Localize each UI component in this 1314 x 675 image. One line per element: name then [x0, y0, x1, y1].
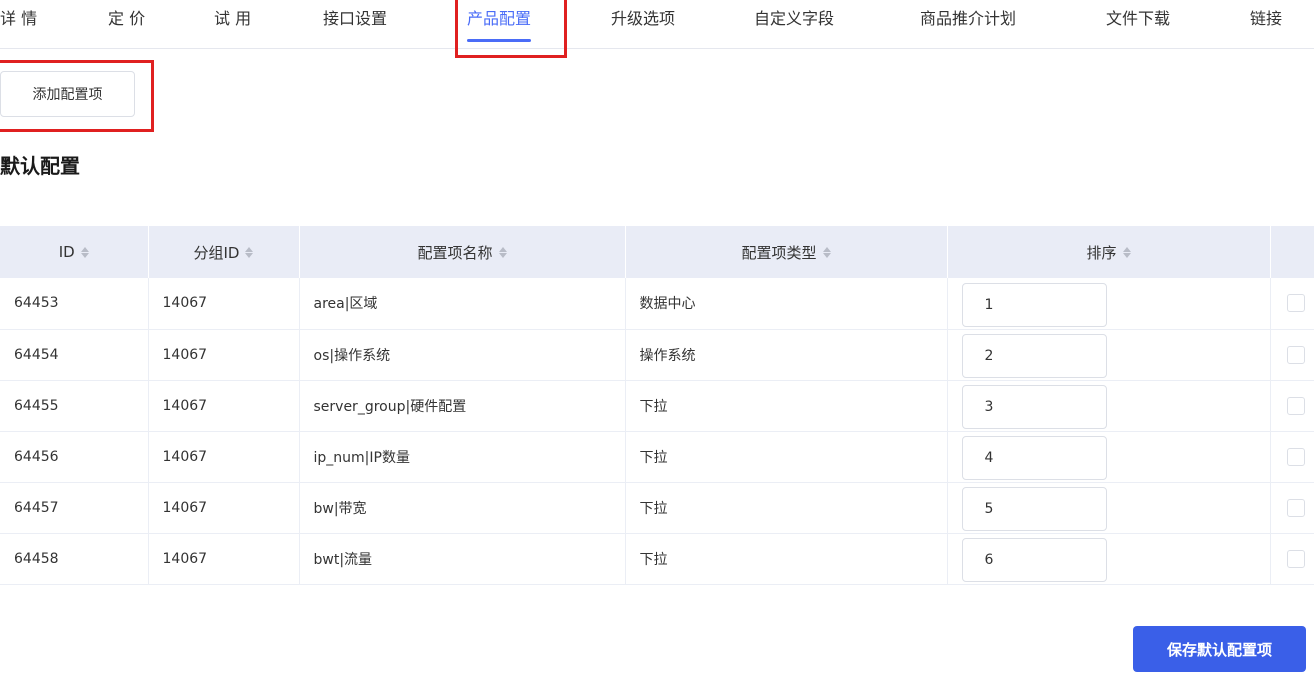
cell-sort — [947, 482, 1271, 534]
cell-group-id: 14067 — [148, 482, 300, 534]
cell-type: 下拉 — [625, 380, 948, 432]
tab-bar: 详 情 定 价 试 用 接口设置 产品配置 升级选项 自定义字段 商品推介计划 … — [0, 0, 1314, 49]
save-default-config-button[interactable]: 保存默认配置项 — [1133, 626, 1306, 672]
cell-id: 64454 — [0, 329, 149, 381]
sort-icon[interactable] — [822, 246, 831, 258]
tab-label: 试 用 — [214, 9, 252, 28]
sort-order-input[interactable] — [961, 487, 1107, 531]
sort-order-input[interactable] — [961, 538, 1107, 582]
cell-group-id: 14067 — [148, 329, 300, 381]
column-header-sort[interactable]: 排序 — [947, 226, 1271, 278]
tab-label: 升级选项 — [611, 9, 676, 28]
table-row: 64455 14067 server_group|硬件配置 下拉 — [0, 380, 1314, 432]
column-header-group-id[interactable]: 分组ID — [148, 226, 300, 278]
cell-select — [1270, 533, 1314, 585]
cell-id: 64453 — [0, 278, 149, 330]
cell-name: server_group|硬件配置 — [299, 380, 626, 432]
active-tab-indicator — [467, 39, 532, 42]
cell-select — [1270, 380, 1314, 432]
tab-label: 接口设置 — [323, 9, 388, 28]
header-label: 排序 — [1086, 243, 1117, 262]
header-label: 分组ID — [193, 243, 240, 262]
sort-order-input[interactable] — [961, 436, 1107, 480]
column-header-type[interactable]: 配置项类型 — [625, 226, 948, 278]
tab-trial[interactable]: 试 用 — [214, 0, 251, 40]
tab-api-settings[interactable]: 接口设置 — [323, 0, 387, 40]
cell-id: 64456 — [0, 431, 149, 483]
table-row: 64453 14067 area|区域 数据中心 — [0, 278, 1314, 330]
sort-icon[interactable] — [1122, 246, 1131, 258]
tab-label: 商品推介计划 — [920, 9, 1017, 28]
row-checkbox[interactable] — [1286, 549, 1305, 568]
tab-label: 文件下载 — [1106, 9, 1171, 28]
cell-type: 下拉 — [625, 533, 948, 585]
cell-name: area|区域 — [299, 278, 626, 330]
column-header-id[interactable]: ID — [0, 226, 149, 278]
tab-label: 产品配置 — [467, 9, 532, 28]
tab-details[interactable]: 详 情 — [0, 0, 37, 40]
column-header-select — [1270, 226, 1314, 278]
row-checkbox[interactable] — [1286, 294, 1305, 313]
cell-id: 64455 — [0, 380, 149, 432]
cell-type: 下拉 — [625, 482, 948, 534]
section-title: 默认配置 — [0, 154, 80, 178]
cell-group-id: 14067 — [148, 278, 300, 330]
tab-affiliate-plan[interactable]: 商品推介计划 — [920, 0, 1016, 40]
tab-custom-fields[interactable]: 自定义字段 — [754, 0, 834, 40]
cell-group-id: 14067 — [148, 380, 300, 432]
cell-sort — [947, 431, 1271, 483]
cell-type: 操作系统 — [625, 329, 948, 381]
cell-sort — [947, 278, 1271, 330]
button-label: 添加配置项 — [32, 87, 103, 103]
tab-pricing[interactable]: 定 价 — [108, 0, 145, 40]
cell-select — [1270, 431, 1314, 483]
cell-name: os|操作系统 — [299, 329, 626, 381]
table-row: 64458 14067 bwt|流量 下拉 — [0, 533, 1314, 585]
sort-order-input[interactable] — [961, 385, 1107, 429]
tab-label: 定 价 — [108, 9, 146, 28]
add-config-item-button[interactable]: 添加配置项 — [0, 71, 135, 117]
header-label: ID — [58, 243, 75, 261]
table-row: 64457 14067 bw|带宽 下拉 — [0, 482, 1314, 534]
cell-type: 下拉 — [625, 431, 948, 483]
tab-label: 详 情 — [0, 9, 38, 28]
table-row: 64456 14067 ip_num|IP数量 下拉 — [0, 431, 1314, 483]
tab-product-config[interactable]: 产品配置 — [467, 0, 532, 42]
cell-group-id: 14067 — [148, 533, 300, 585]
default-config-table: ID 分组ID 配置项名称 配置项类型 排序 64453 14067 area|… — [0, 226, 1314, 585]
cell-sort — [947, 380, 1271, 432]
row-checkbox[interactable] — [1286, 447, 1305, 466]
header-label: 配置项名称 — [417, 243, 493, 262]
table-row: 64454 14067 os|操作系统 操作系统 — [0, 329, 1314, 381]
row-checkbox[interactable] — [1286, 396, 1305, 415]
tab-links[interactable]: 链接 — [1250, 0, 1282, 40]
tab-upgrade-options[interactable]: 升级选项 — [611, 0, 675, 40]
cell-name: bwt|流量 — [299, 533, 626, 585]
sort-order-input[interactable] — [961, 282, 1107, 327]
tab-label: 自定义字段 — [754, 9, 835, 28]
button-label: 保存默认配置项 — [1166, 640, 1272, 659]
sort-icon[interactable] — [498, 246, 507, 258]
sort-icon[interactable] — [245, 246, 254, 258]
cell-sort — [947, 329, 1271, 381]
row-checkbox[interactable] — [1286, 498, 1305, 517]
cell-sort — [947, 533, 1271, 585]
cell-select — [1270, 329, 1314, 381]
cell-group-id: 14067 — [148, 431, 300, 483]
cell-id: 64458 — [0, 533, 149, 585]
sort-icon[interactable] — [80, 246, 89, 258]
cell-select — [1270, 482, 1314, 534]
table-header-row: ID 分组ID 配置项名称 配置项类型 排序 — [0, 226, 1314, 278]
tab-label: 链接 — [1250, 9, 1283, 28]
cell-id: 64457 — [0, 482, 149, 534]
cell-name: ip_num|IP数量 — [299, 431, 626, 483]
header-label: 配置项类型 — [741, 243, 817, 262]
row-checkbox[interactable] — [1286, 345, 1305, 364]
cell-name: bw|带宽 — [299, 482, 626, 534]
cell-type: 数据中心 — [625, 278, 948, 330]
column-header-name[interactable]: 配置项名称 — [299, 226, 626, 278]
tab-file-download[interactable]: 文件下载 — [1106, 0, 1170, 40]
cell-select — [1270, 278, 1314, 330]
sort-order-input[interactable] — [961, 334, 1107, 378]
